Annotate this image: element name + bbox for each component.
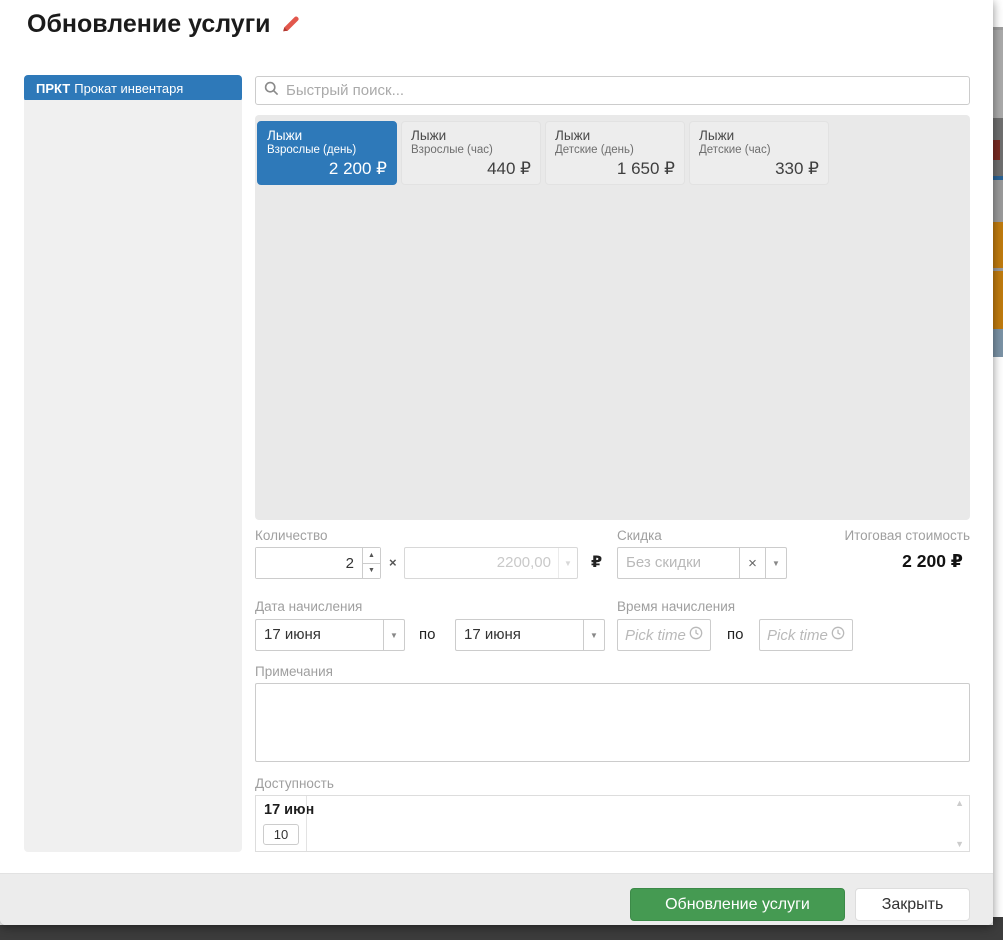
chevron-down-icon: ▼ bbox=[583, 620, 604, 650]
service-card[interactable]: Лыжи Взрослые (час) 440 ₽ bbox=[401, 121, 541, 185]
availability-count: 10 bbox=[263, 824, 299, 845]
date-from-value: 17 июня bbox=[264, 626, 321, 643]
sidebar-item-category[interactable]: ПРКТ Прокат инвентаря bbox=[24, 75, 242, 102]
service-price: 2 200 ₽ bbox=[328, 159, 387, 178]
service-name: Лыжи bbox=[411, 128, 447, 143]
time-from-input[interactable]: Pick time bbox=[617, 619, 711, 651]
service-variant: Детские (день) bbox=[555, 144, 634, 156]
service-update-dialog: Обновление услуги ПРКТПрокат инвентаря Л… bbox=[0, 0, 993, 925]
search-input[interactable] bbox=[286, 82, 961, 99]
search-icon bbox=[264, 81, 279, 101]
category-name: Прокат инвентаря bbox=[74, 81, 184, 96]
currency-sign: ₽ bbox=[591, 554, 603, 571]
time-to-placeholder: Pick time bbox=[767, 626, 828, 644]
notes-textarea[interactable] bbox=[255, 683, 970, 762]
edit-pencil-icon[interactable] bbox=[280, 12, 301, 41]
time-between-text: по bbox=[727, 626, 744, 643]
chevron-down-icon: ▼ bbox=[383, 620, 404, 650]
background-strip-segment bbox=[993, 0, 1003, 27]
close-button[interactable]: Закрыть bbox=[855, 888, 970, 921]
quantity-stepper: ▲ ▼ bbox=[255, 547, 381, 579]
service-price: 440 ₽ bbox=[487, 159, 531, 178]
unit-price-field: 2200,00 ▼ bbox=[404, 547, 578, 579]
availability-label: Доступность bbox=[255, 776, 334, 791]
total-label: Итоговая стоимость bbox=[844, 528, 970, 543]
spinner-up-icon[interactable]: ▲ bbox=[363, 548, 380, 564]
background-strip-segment bbox=[993, 357, 1003, 917]
background-strip-segment bbox=[993, 271, 1003, 329]
page-title: Обновление услуги bbox=[27, 8, 301, 41]
service-name: Лыжи bbox=[699, 128, 735, 143]
category-code: ПРКТ bbox=[36, 81, 71, 96]
scroll-up-icon[interactable]: ▲ bbox=[955, 798, 964, 808]
scroll-down-icon[interactable]: ▼ bbox=[955, 839, 964, 849]
sidebar-panel bbox=[24, 100, 242, 852]
service-variant: Детские (час) bbox=[699, 144, 771, 156]
quantity-spinner: ▲ ▼ bbox=[362, 548, 380, 578]
background-strip-segment bbox=[993, 30, 1003, 118]
service-variant: Взрослые (день) bbox=[267, 144, 357, 156]
background-backdrop bbox=[0, 925, 1003, 940]
service-card[interactable]: Лыжи Детские (час) 330 ₽ bbox=[689, 121, 829, 185]
notes-label: Примечания bbox=[255, 664, 333, 679]
background-strip-segment bbox=[993, 329, 1003, 357]
divider bbox=[306, 796, 307, 851]
background-page-edge bbox=[993, 0, 1003, 940]
date-from-select[interactable]: 17 июня ▼ bbox=[255, 619, 405, 651]
quantity-label: Количество bbox=[255, 528, 328, 543]
dialog-title-text: Обновление услуги bbox=[27, 10, 271, 38]
service-name: Лыжи bbox=[555, 128, 591, 143]
service-variant: Взрослые (час) bbox=[411, 144, 493, 156]
background-strip-segment bbox=[993, 140, 1000, 160]
quick-search bbox=[255, 76, 970, 105]
services-panel: Лыжи Взрослые (день) 2 200 ₽ Лыжи Взросл… bbox=[255, 115, 970, 520]
dialog-footer: Обновление услуги Закрыть bbox=[0, 873, 993, 925]
date-to-value: 17 июня bbox=[464, 626, 521, 643]
background-strip-segment bbox=[993, 222, 1003, 268]
unit-price-value: 2200,00 bbox=[496, 554, 551, 571]
discount-label: Скидка bbox=[617, 528, 662, 543]
discount-placeholder: Без скидки bbox=[626, 554, 702, 571]
date-between-text: по bbox=[419, 626, 436, 643]
time-label: Время начисления bbox=[617, 599, 736, 614]
chevron-down-icon: ▼ bbox=[558, 548, 577, 578]
submit-button[interactable]: Обновление услуги bbox=[630, 888, 845, 921]
time-to-input[interactable]: Pick time bbox=[759, 619, 853, 651]
clock-icon bbox=[831, 626, 845, 645]
background-strip-segment bbox=[993, 180, 1003, 222]
service-card[interactable]: Лыжи Взрослые (день) 2 200 ₽ bbox=[257, 121, 397, 185]
clock-icon bbox=[689, 626, 703, 645]
total-value: 2 200 ₽ bbox=[902, 551, 963, 571]
availability-box: 17 июн 10 ▲ ▼ bbox=[255, 795, 970, 852]
multiply-sign: × bbox=[389, 555, 397, 570]
date-label: Дата начисления bbox=[255, 599, 363, 614]
service-card[interactable]: Лыжи Детские (день) 1 650 ₽ bbox=[545, 121, 685, 185]
service-price: 330 ₽ bbox=[775, 159, 819, 178]
spinner-down-icon[interactable]: ▼ bbox=[363, 563, 380, 578]
service-price: 1 650 ₽ bbox=[616, 159, 675, 178]
service-name: Лыжи bbox=[267, 128, 303, 143]
time-from-placeholder: Pick time bbox=[625, 626, 686, 644]
date-to-select[interactable]: 17 июня ▼ bbox=[455, 619, 605, 651]
